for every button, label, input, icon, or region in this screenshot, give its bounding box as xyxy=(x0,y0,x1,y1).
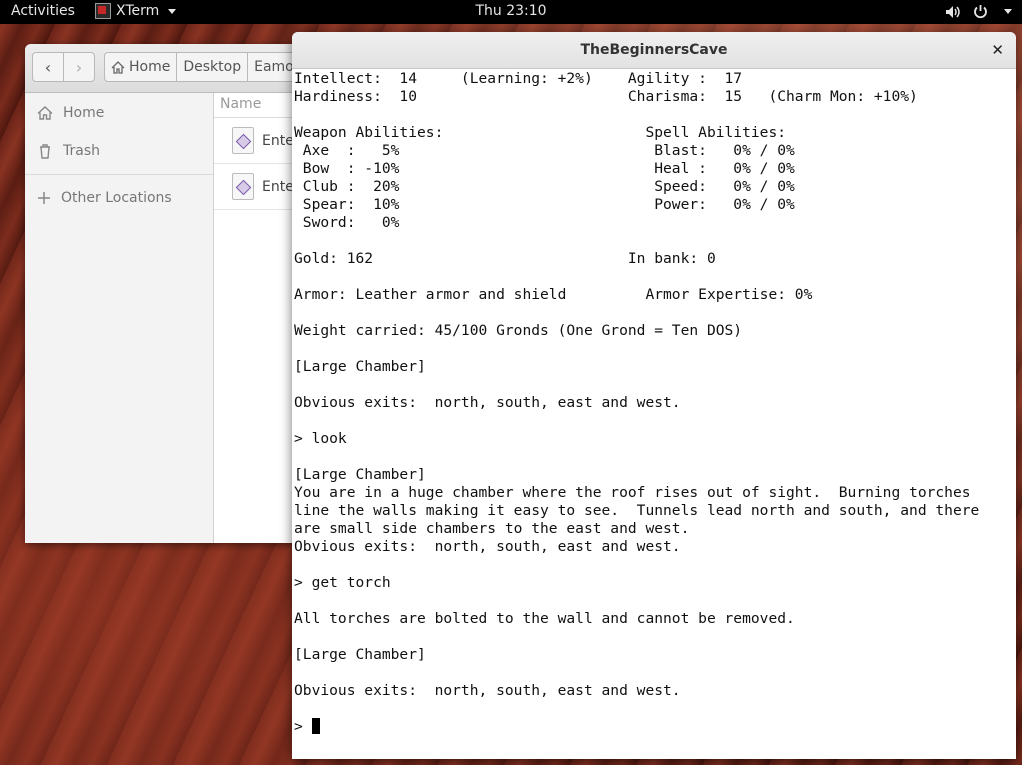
terminal-line: > get torch xyxy=(294,574,391,591)
breadcrumb-home[interactable]: Home xyxy=(104,52,178,82)
power-icon[interactable] xyxy=(973,4,988,19)
forward-button[interactable]: › xyxy=(63,52,95,82)
xterm-window: TheBeginnersCave ✕ Intellect: 14 (Learni… xyxy=(292,32,1016,759)
sidebar-item-home[interactable]: Home xyxy=(37,105,104,121)
desktop-file-icon xyxy=(232,127,254,154)
desktop-file-icon xyxy=(232,173,254,200)
terminal-line: All torches are bolted to the wall and c… xyxy=(294,610,795,627)
terminal-line: Hardiness: 10 Charisma: 15 (Charm Mon: +… xyxy=(294,88,918,105)
back-button[interactable]: ‹ xyxy=(32,52,64,82)
terminal-prompt-line[interactable]: > xyxy=(294,718,1016,736)
home-icon xyxy=(111,60,125,74)
terminal-line: Weapon Abilities: Spell Abilities: xyxy=(294,124,787,141)
window-title: TheBeginnersCave xyxy=(580,42,728,58)
breadcrumb-label: Home xyxy=(129,59,171,75)
places-sidebar: Home Trash Other Locations xyxy=(25,93,214,543)
file-manager-window: ‹ › Home Desktop Eamon Home Trash Other … xyxy=(25,44,325,543)
top-bar: Activities XTerm Thu 23:10 xyxy=(0,0,1022,24)
sidebar-item-label: Trash xyxy=(63,143,100,159)
chevron-down-icon[interactable] xyxy=(1004,9,1012,14)
terminal-line: [Large Chamber] xyxy=(294,646,426,663)
breadcrumb-label: Desktop xyxy=(183,59,242,75)
terminal-line: Obvious exits: north, south, east and we… xyxy=(294,394,681,411)
window-titlebar[interactable]: TheBeginnersCave ✕ xyxy=(292,32,1016,69)
terminal-line: Obvious exits: north, south, east and we… xyxy=(294,538,681,555)
terminal-line: Club : 20% Speed: 0% / 0% xyxy=(294,178,795,195)
system-tray[interactable] xyxy=(945,4,1012,19)
terminal-line: line the walls making it easy to see. Tu… xyxy=(294,502,980,519)
terminal-prompt: > xyxy=(294,718,312,735)
trash-icon xyxy=(40,144,50,159)
clock[interactable]: Thu 23:10 xyxy=(0,3,1022,19)
text-cursor xyxy=(311,718,320,734)
chevron-left-icon: ‹ xyxy=(44,57,52,77)
file-name: Ente xyxy=(262,132,294,149)
terminal-output[interactable]: Intellect: 14 (Learning: +2%) Agility : … xyxy=(294,70,1016,759)
terminal-line: Spear: 10% Power: 0% / 0% xyxy=(294,196,795,213)
terminal-line: Intellect: 14 (Learning: +2%) Agility : … xyxy=(294,70,743,87)
sidebar-item-label: Home xyxy=(63,105,105,121)
terminal-line: You are in a huge chamber where the roof… xyxy=(294,484,971,501)
sidebar-item-other-locations[interactable]: Other Locations xyxy=(37,190,172,206)
close-icon[interactable]: ✕ xyxy=(991,32,1004,68)
file-manager-header: ‹ › Home Desktop Eamon xyxy=(25,44,325,93)
plus-icon xyxy=(38,192,50,204)
terminal-line: Weight carried: 45/100 Gronds (One Grond… xyxy=(294,322,743,339)
terminal-line: Gold: 162 In bank: 0 xyxy=(294,250,716,267)
chevron-right-icon: › xyxy=(75,57,83,77)
sidebar-item-label: Other Locations xyxy=(61,190,172,206)
terminal-line: > look xyxy=(294,430,347,447)
home-icon xyxy=(37,106,53,120)
column-header-label: Name xyxy=(220,96,262,112)
terminal-line: Armor: Leather armor and shield Armor Ex… xyxy=(294,286,813,303)
volume-icon[interactable] xyxy=(945,5,961,19)
sidebar-divider xyxy=(25,174,213,175)
terminal-line: Bow : -10% Heal : 0% / 0% xyxy=(294,160,795,177)
file-name: Ente xyxy=(262,178,294,195)
terminal-line: Obvious exits: north, south, east and we… xyxy=(294,682,681,699)
terminal-line: [Large Chamber] xyxy=(294,466,426,483)
sidebar-item-trash[interactable]: Trash xyxy=(37,143,100,159)
terminal-line: are small side chambers to the east and … xyxy=(294,520,690,537)
terminal-line: Axe : 5% Blast: 0% / 0% xyxy=(294,142,795,159)
terminal-line: Sword: 0% xyxy=(294,214,400,231)
breadcrumb-desktop[interactable]: Desktop xyxy=(176,52,249,82)
breadcrumb: Home Desktop Eamon xyxy=(104,52,310,82)
terminal-line: [Large Chamber] xyxy=(294,358,426,375)
